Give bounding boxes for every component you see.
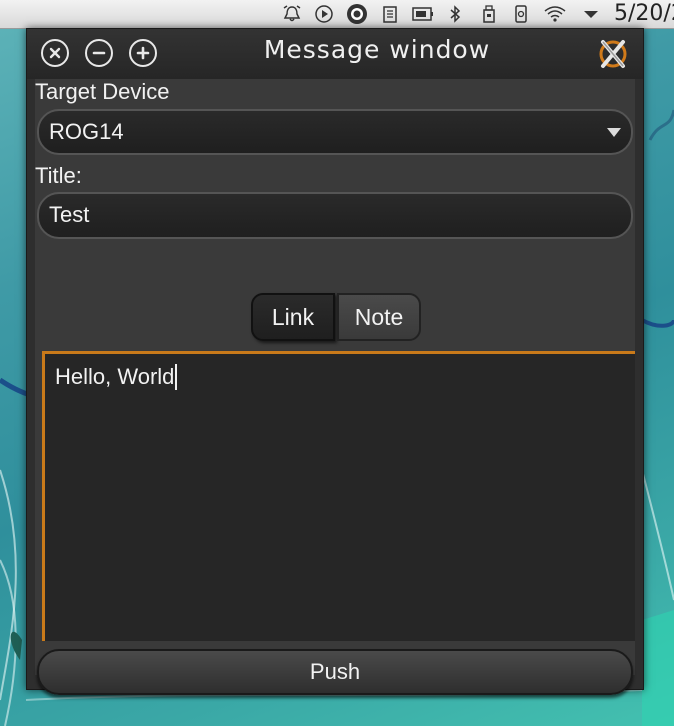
alarm-icon[interactable] <box>280 2 304 26</box>
close-icon <box>49 47 61 59</box>
title-label: Title: <box>35 163 82 188</box>
title-bar[interactable]: Message window <box>27 29 643 79</box>
media-play-icon[interactable] <box>312 2 336 26</box>
wifi-icon[interactable] <box>542 2 568 26</box>
window-title: Message window <box>263 35 491 64</box>
clipboard-icon[interactable] <box>378 2 402 26</box>
push-button[interactable]: Push <box>37 649 633 695</box>
note-text: Hello, World <box>55 364 178 390</box>
message-window: Message window Target Device ROG14 Title… <box>26 28 644 695</box>
battery-icon[interactable] <box>410 2 436 26</box>
window-content: Target Device ROG14 Title: Test Link Not… <box>35 79 635 695</box>
tab-note[interactable]: Note <box>337 293 421 341</box>
minimize-button[interactable] <box>85 39 113 67</box>
maximize-button[interactable] <box>129 39 157 67</box>
chevron-down-icon <box>607 128 621 137</box>
maximize-icon <box>136 46 150 60</box>
bluetooth-icon[interactable] <box>444 2 466 26</box>
title-input-value: Test <box>49 202 90 227</box>
usb-drive-icon[interactable] <box>478 2 500 26</box>
tab-link[interactable]: Link <box>251 293 335 341</box>
title-input[interactable]: Test <box>37 192 633 239</box>
target-device-select[interactable]: ROG14 <box>37 109 633 155</box>
target-device-value: ROG14 <box>49 119 124 144</box>
clock[interactable]: 5/20/2 <box>614 0 674 28</box>
target-device-label: Target Device <box>35 79 170 104</box>
close-button[interactable] <box>41 39 69 67</box>
system-panel: 5/20/2 <box>0 0 674 29</box>
expand-arrow-icon[interactable] <box>580 2 602 26</box>
kdeconnect-icon[interactable] <box>344 2 370 26</box>
minimize-icon <box>92 51 106 55</box>
app-logo-icon <box>599 40 627 68</box>
phone-icon[interactable] <box>510 2 532 26</box>
note-textarea[interactable]: Hello, World <box>42 351 635 641</box>
